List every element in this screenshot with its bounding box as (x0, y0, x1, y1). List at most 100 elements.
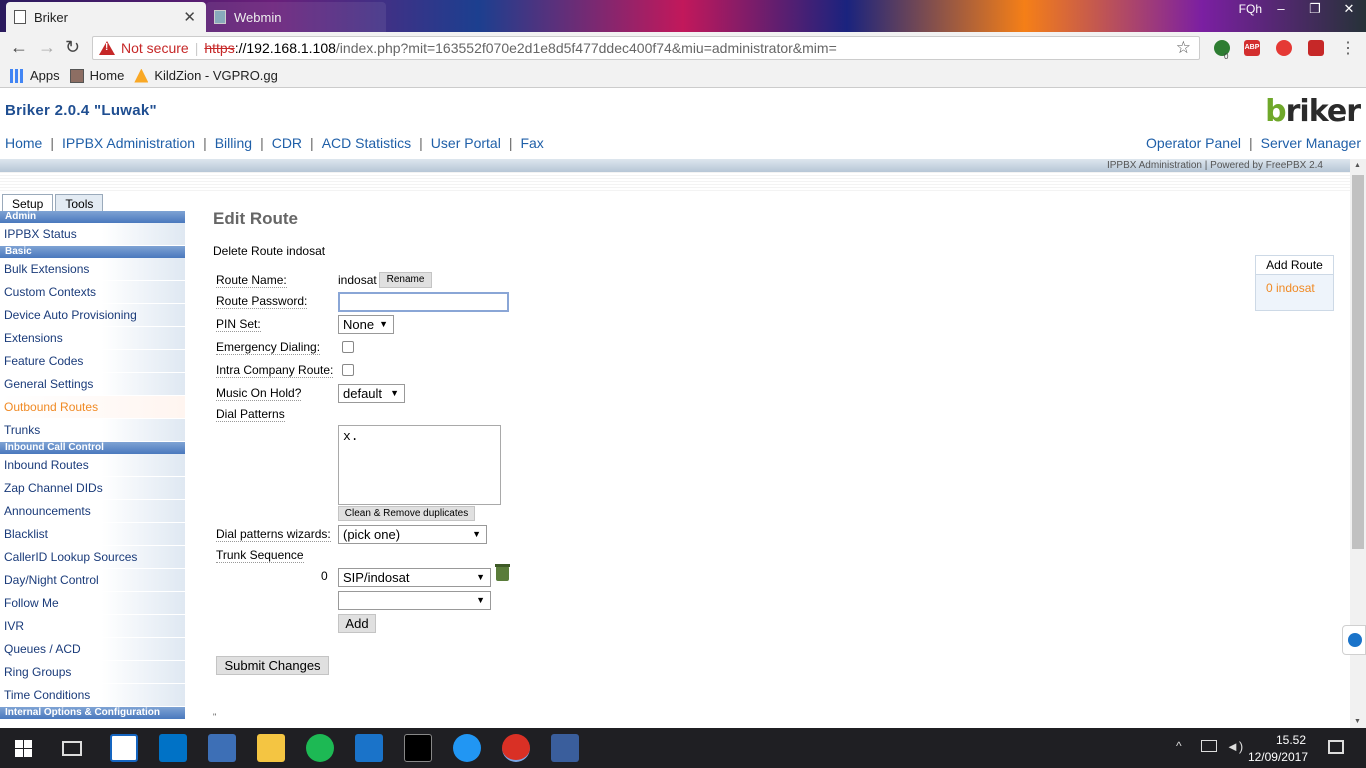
route-password-input[interactable] (338, 292, 509, 312)
clean-remove-duplicates-button[interactable]: Clean & Remove duplicates (338, 506, 475, 521)
bookmark-star-icon[interactable]: ☆ (1176, 38, 1191, 58)
maximize-icon[interactable]: ❐ (1298, 0, 1332, 20)
tray-expand-icon[interactable]: ^ (1176, 739, 1182, 753)
browser-menu-icon[interactable]: ⋮ (1340, 38, 1356, 58)
scroll-down-arrow-icon[interactable]: ▼ (1354, 718, 1361, 725)
teamviewer-widget-icon[interactable] (1342, 625, 1366, 655)
nav-link-home[interactable]: Home (5, 135, 42, 151)
sidebar-item-custom-contexts[interactable]: Custom Contexts (0, 281, 185, 304)
bookmark-kildzion[interactable]: KildZion - VGPRO.gg (134, 68, 278, 83)
chevron-down-icon: ▼ (472, 529, 481, 539)
submit-changes-button[interactable]: Submit Changes (216, 656, 329, 675)
window-user-badge[interactable]: FQh (1239, 2, 1262, 16)
trunk-select-empty[interactable]: ▼ (338, 591, 491, 610)
sidebar-item-general-settings[interactable]: General Settings (0, 373, 185, 396)
teamviewer-icon[interactable] (355, 734, 383, 762)
vnc-viewer-icon[interactable] (110, 734, 138, 762)
sidebar-item-queues-acd[interactable]: Queues / ACD (0, 638, 185, 661)
nav-link-acd-statistics[interactable]: ACD Statistics (322, 135, 411, 151)
page-icon (14, 10, 26, 24)
nav-separator: | (203, 135, 207, 151)
bookmark-home[interactable]: Home (69, 68, 124, 83)
close-tab-icon[interactable]: ✕ (183, 8, 196, 26)
file-explorer-icon[interactable] (257, 734, 285, 762)
nav-link-ippbx-administration[interactable]: IPPBX Administration (62, 135, 195, 151)
nav-link-billing[interactable]: Billing (215, 135, 252, 151)
route-password-label: Route Password: (216, 294, 308, 309)
terminal-icon[interactable] (404, 734, 432, 762)
sidebar-item-bulk-extensions[interactable]: Bulk Extensions (0, 258, 185, 281)
dial-patterns-textarea[interactable]: x. (338, 425, 501, 505)
adblock-icon[interactable]: ABP (1244, 40, 1260, 56)
sidebar-item-ivr[interactable]: IVR (0, 615, 185, 638)
add-route-link[interactable]: Add Route (1256, 256, 1333, 275)
sidebar-item-outbound-routes[interactable]: Outbound Routes (0, 396, 185, 419)
nav-link-user-portal[interactable]: User Portal (431, 135, 501, 151)
powered-by: IPPBX Administration | Powered by FreePB… (1106, 160, 1323, 171)
opera-extension-icon[interactable] (1276, 40, 1292, 56)
sidebar-item-announcements[interactable]: Announcements (0, 500, 185, 523)
sidebar-item-trunks[interactable]: Trunks (0, 419, 185, 442)
sidebar-item-feature-codes[interactable]: Feature Codes (0, 350, 185, 373)
clock-time[interactable]: 15.52 (1276, 733, 1306, 747)
route-name-label: Route Name: (216, 273, 287, 288)
sidebar-item-blacklist[interactable]: Blacklist (0, 523, 185, 546)
sidebar-item-callerid-lookup-sources[interactable]: CallerID Lookup Sources (0, 546, 185, 569)
sidebar-item-extensions[interactable]: Extensions (0, 327, 185, 350)
extension-badge: 0 (1224, 52, 1229, 61)
security-label[interactable]: Not secure (121, 40, 189, 56)
bookmark-apps[interactable]: Apps (10, 68, 60, 83)
dial-patterns-label: Dial Patterns (216, 407, 285, 422)
sidebar-item-ring-groups[interactable]: Ring Groups (0, 661, 185, 684)
network-icon[interactable] (1201, 740, 1217, 752)
address-bar[interactable]: Not secure | https ://192.168.1.108 /ind… (92, 36, 1200, 60)
tab-webmin[interactable]: Webmin (206, 2, 386, 32)
sidebar-item-device-auto-provisioning[interactable]: Device Auto Provisioning (0, 304, 185, 327)
back-arrow-icon[interactable]: ← (10, 38, 28, 56)
outlook-icon[interactable] (159, 734, 187, 762)
close-window-icon[interactable]: ✕ (1332, 0, 1366, 20)
nav-link-cdr[interactable]: CDR (272, 135, 302, 151)
volume-icon[interactable]: ◄) (1226, 739, 1243, 754)
remote-desktop-icon[interactable] (208, 734, 236, 762)
network-app-icon[interactable] (551, 734, 579, 762)
forward-arrow-icon[interactable]: → (38, 38, 56, 56)
minimize-icon[interactable]: – (1264, 0, 1298, 20)
sidebar-item-time-conditions[interactable]: Time Conditions (0, 684, 185, 707)
dial-wizard-select[interactable]: (pick one) ▼ (338, 525, 487, 544)
phone-app-icon[interactable] (453, 734, 481, 762)
sidebar-item-zap-channel-dids[interactable]: Zap Channel DIDs (0, 477, 185, 500)
scrollbar-thumb[interactable] (1352, 175, 1364, 549)
windows-start-icon[interactable] (15, 740, 32, 757)
reload-icon[interactable]: ↻ (65, 38, 80, 56)
media-extension-icon[interactable] (1308, 40, 1324, 56)
nav-link-fax[interactable]: Fax (520, 135, 543, 151)
sidebar-item-ippbx-status[interactable]: IPPBX Status (0, 223, 185, 246)
emergency-dialing-label: Emergency Dialing: (216, 340, 321, 355)
nav-link-operator-panel[interactable]: Operator Panel (1146, 135, 1241, 151)
chrome-icon[interactable] (502, 734, 530, 762)
sidebar-item-day-night-control[interactable]: Day/Night Control (0, 569, 185, 592)
notification-center-icon[interactable] (1328, 740, 1344, 754)
route-item-indosat[interactable]: 0 indosat (1256, 275, 1333, 295)
sidebar-item-follow-me[interactable]: Follow Me (0, 592, 185, 615)
rename-button[interactable]: Rename (379, 272, 432, 288)
clock-date[interactable]: 12/09/2017 (1248, 750, 1308, 764)
pin-set-select[interactable]: None ▼ (338, 315, 394, 334)
tab-briker[interactable]: Briker ✕ (6, 2, 206, 32)
add-trunk-button[interactable]: Add (338, 614, 376, 633)
scroll-up-arrow-icon[interactable]: ▲ (1354, 162, 1361, 169)
spotify-icon[interactable] (306, 734, 334, 762)
intra-company-checkbox[interactable] (342, 364, 354, 376)
emergency-dialing-checkbox[interactable] (342, 341, 354, 353)
sidebar-item-inbound-routes[interactable]: Inbound Routes (0, 454, 185, 477)
music-on-hold-select[interactable]: default ▼ (338, 384, 405, 403)
delete-route-link[interactable]: Delete Route indosat (213, 244, 325, 258)
tab-setup[interactable]: Setup (2, 194, 54, 211)
chevron-down-icon: ▼ (390, 388, 399, 398)
tab-tools[interactable]: Tools (55, 194, 104, 211)
task-view-icon[interactable] (62, 741, 82, 756)
trash-icon[interactable] (495, 564, 510, 581)
trunk-select[interactable]: SIP/indosat ▼ (338, 568, 491, 587)
nav-link-server-manager[interactable]: Server Manager (1261, 135, 1361, 151)
